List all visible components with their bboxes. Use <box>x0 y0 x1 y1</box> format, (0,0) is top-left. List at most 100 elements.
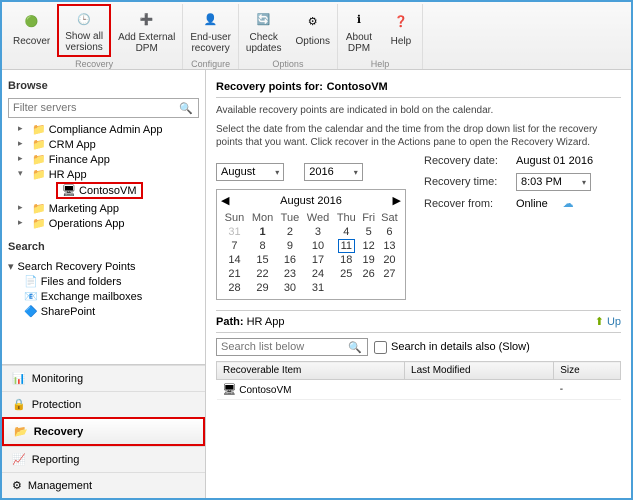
cal-day[interactable]: 23 <box>277 267 303 281</box>
col-header[interactable]: Size <box>554 362 621 380</box>
recoverable-table: Recoverable ItemLast ModifiedSize 🖥 Cont… <box>216 361 621 400</box>
nav-monitoring[interactable]: 📊Monitoring <box>2 365 205 391</box>
year-select[interactable]: 2016 <box>304 163 363 181</box>
toolbar-options[interactable]: ⚙Options <box>289 4 337 57</box>
recovery-date-label: Recovery date: <box>424 155 510 167</box>
search-item[interactable]: 📧 Exchange mailboxes <box>8 289 199 304</box>
cal-day <box>378 281 401 295</box>
toolbar-about-dpm[interactable]: ℹAboutDPM <box>338 4 380 57</box>
col-header[interactable]: Last Modified <box>405 362 554 380</box>
toolbar-icon: ℹ <box>345 7 373 31</box>
cal-prev[interactable]: ◀ <box>221 194 229 207</box>
toolbar-icon: 👤 <box>197 7 225 31</box>
cal-day[interactable]: 3 <box>303 225 333 239</box>
cal-day[interactable]: 22 <box>248 267 277 281</box>
cal-day[interactable]: 18 <box>333 253 359 267</box>
vm-icon: 🖥 <box>62 185 76 197</box>
cal-day[interactable]: 29 <box>248 281 277 295</box>
filter-servers-input[interactable] <box>8 98 199 118</box>
tree-item[interactable]: 🖥 ContosoVM <box>42 181 199 200</box>
path-label: Path: <box>216 316 244 328</box>
calendar: ◀ August 2016 ▶ SunMonTueWedThuFriSat311… <box>216 189 406 300</box>
tree-item[interactable]: 📁CRM App <box>18 137 199 152</box>
search-item[interactable]: 📄 Files and folders <box>8 274 199 289</box>
folder-icon: 📁 <box>32 203 46 215</box>
toolbar-show-all-versions[interactable]: 🕒Show allversions <box>57 4 111 57</box>
nav-protection[interactable]: 🔒Protection <box>2 391 205 417</box>
recovery-desc2: Select the date from the calendar and th… <box>216 123 621 149</box>
cal-day[interactable]: 26 <box>359 267 378 281</box>
cal-day[interactable]: 10 <box>303 239 333 253</box>
folder-icon: 📁 <box>32 124 46 136</box>
left-panel: Browse 🔍 📁Compliance Admin App📁CRM App📁F… <box>2 70 206 498</box>
cal-day[interactable]: 6 <box>378 225 401 239</box>
tree-item[interactable]: 📁Compliance Admin App <box>18 122 199 137</box>
up-button[interactable]: ⬆Up <box>595 315 621 328</box>
toolbar-check-updates[interactable]: 🔄Checkupdates <box>239 4 289 57</box>
cal-next[interactable]: ▶ <box>393 194 401 207</box>
nav-reporting[interactable]: 📈Reporting <box>2 446 205 472</box>
table-row[interactable]: 🖥 ContosoVM- <box>217 380 621 400</box>
recovery-time-select[interactable]: 8:03 PM <box>516 173 591 191</box>
cal-day[interactable]: 14 <box>221 253 248 267</box>
toolbar-icon: 🟢 <box>18 7 46 35</box>
list-search-input[interactable] <box>216 338 368 356</box>
tree-item[interactable]: 📁HR App🖥 ContosoVM <box>18 167 199 201</box>
search-group[interactable]: Search Recovery Points <box>8 259 199 274</box>
month-select[interactable]: August <box>216 163 284 181</box>
col-header[interactable]: Recoverable Item <box>217 362 405 380</box>
search-item[interactable]: 🔷 SharePoint <box>8 304 199 319</box>
folder-icon: 📁 <box>32 154 46 166</box>
cal-day[interactable]: 13 <box>378 239 401 253</box>
cal-day[interactable]: 25 <box>333 267 359 281</box>
tree-item[interactable]: 📁Marketing App <box>18 201 199 216</box>
nav-icon: 📂 <box>14 425 28 438</box>
folder-icon: 📁 <box>32 169 46 181</box>
toolbar-icon: 🕒 <box>70 8 98 30</box>
toolbar-icon: ➕ <box>133 7 161 31</box>
cal-day[interactable]: 7 <box>221 239 248 253</box>
cal-day[interactable]: 12 <box>359 239 378 253</box>
cal-day[interactable]: 30 <box>277 281 303 295</box>
search-slow-checkbox[interactable]: Search in details also (Slow) <box>374 341 530 354</box>
group-label: Help <box>371 59 390 69</box>
cal-day[interactable]: 27 <box>378 267 401 281</box>
toolbar-add-external-dpm[interactable]: ➕Add ExternalDPM <box>111 4 182 57</box>
cal-day[interactable]: 5 <box>359 225 378 239</box>
toolbar-end-user-recovery[interactable]: 👤End-userrecovery <box>183 4 238 57</box>
cal-day[interactable]: 15 <box>248 253 277 267</box>
group-label: Options <box>272 59 303 69</box>
nav-icon: 📊 <box>12 372 26 385</box>
cal-day[interactable]: 28 <box>221 281 248 295</box>
cal-day[interactable]: 31 <box>221 225 248 239</box>
cal-day[interactable]: 19 <box>359 253 378 267</box>
nav-recovery[interactable]: 📂Recovery <box>2 417 205 446</box>
folder-icon: 📁 <box>32 218 46 230</box>
search-item-icon: 📧 <box>24 291 38 303</box>
group-label: Recovery <box>75 59 113 69</box>
cal-day[interactable]: 16 <box>277 253 303 267</box>
cal-day[interactable]: 20 <box>378 253 401 267</box>
cal-day[interactable]: 24 <box>303 267 333 281</box>
cal-day[interactable]: 9 <box>277 239 303 253</box>
cal-day <box>333 281 359 295</box>
toolbar-recover[interactable]: 🟢Recover <box>6 4 57 57</box>
recovery-pane: Recovery points for: ContosoVM Available… <box>206 70 631 498</box>
cal-day[interactable]: 17 <box>303 253 333 267</box>
tree-item[interactable]: 📁Finance App <box>18 152 199 167</box>
toolbar-icon: 🔄 <box>250 7 278 31</box>
tree-item[interactable]: 📁Operations App <box>18 216 199 231</box>
cal-title: August 2016 <box>280 195 342 207</box>
cal-day[interactable]: 31 <box>303 281 333 295</box>
cal-day[interactable]: 8 <box>248 239 277 253</box>
cloud-icon: ☁ <box>563 197 574 210</box>
toolbar-help[interactable]: ❓Help <box>380 4 422 57</box>
nav-management[interactable]: ⚙Management <box>2 472 205 498</box>
cal-day[interactable]: 4 <box>333 225 359 239</box>
nav-icon: ⚙ <box>12 479 22 492</box>
cal-day[interactable]: 1 <box>248 225 277 239</box>
cal-day[interactable]: 11 <box>333 239 359 253</box>
cal-day[interactable]: 2 <box>277 225 303 239</box>
cal-day[interactable]: 21 <box>221 267 248 281</box>
toolbar-icon: ❓ <box>387 7 415 35</box>
